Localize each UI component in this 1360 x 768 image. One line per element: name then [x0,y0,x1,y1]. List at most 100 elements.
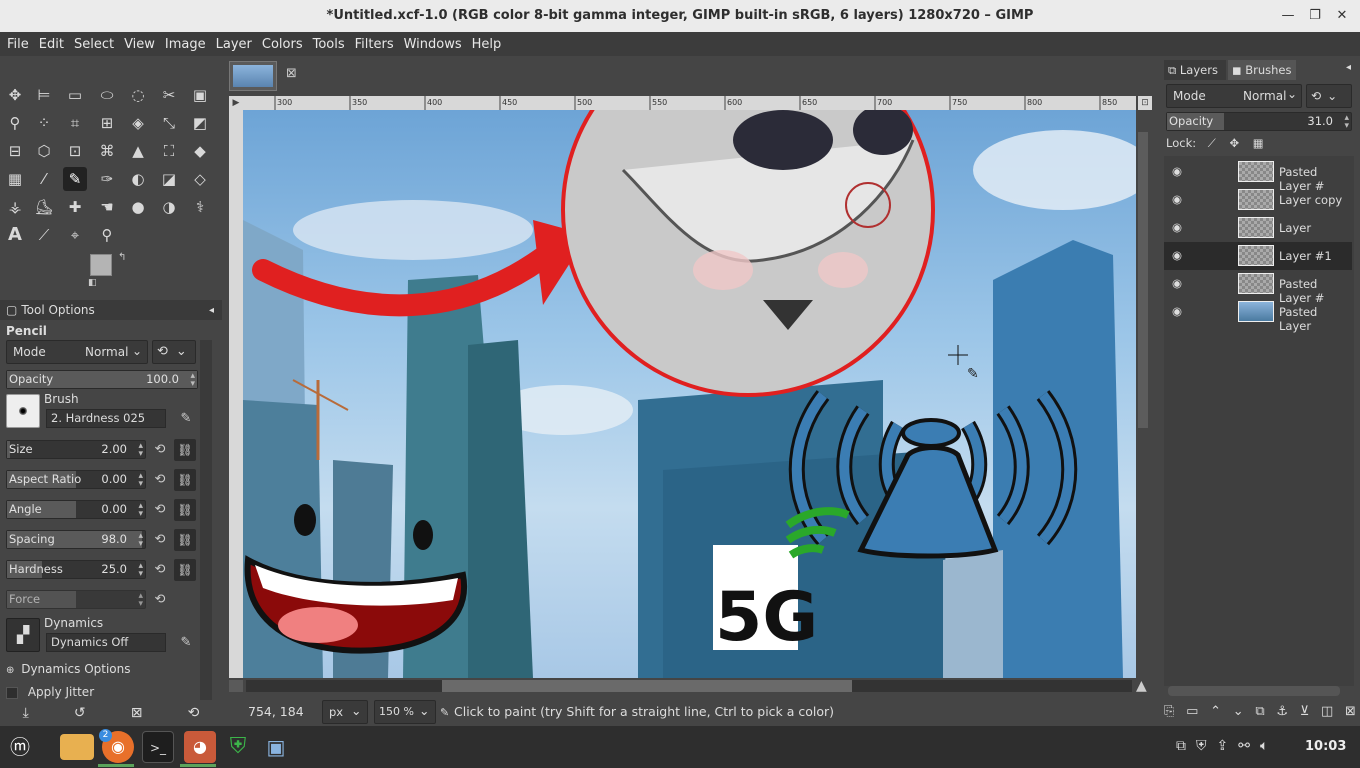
link-icon[interactable]: ⛓ [174,559,196,581]
reset-icon[interactable]: ⟲ [150,560,170,580]
spin-arrows-icon[interactable]: ▴ ▾ [138,502,143,519]
rect-select-icon[interactable]: ▭ [63,83,87,107]
spin-arrows-icon[interactable]: ▴ ▾ [138,472,143,489]
screenshot-icon[interactable]: ▣ [260,731,292,763]
lock-position-icon[interactable]: ✥ [1229,136,1239,150]
handle-transform-icon[interactable]: ⊟ [3,139,27,163]
volume-icon[interactable]: 🔈︎ [1260,738,1268,754]
fuzzy-select-icon[interactable]: ⚲ [3,111,27,135]
crop-icon[interactable]: ⌗ [63,111,87,135]
bucket-fill-icon[interactable]: ◆ [188,139,212,163]
opacity-slider[interactable]: Opacity 100.0 ▴ ▾ [6,370,198,389]
reset-icon[interactable]: ⟲ [150,470,170,490]
heal-icon[interactable]: ⛸ [32,195,56,219]
delete-preset-icon[interactable]: ⊠ [131,705,143,721]
dynamics-preview-icon[interactable]: ▞ [6,618,40,652]
brush-name-field[interactable]: 2. Hardness 025 [46,409,166,428]
pencil-icon[interactable]: ✎ [63,167,87,191]
lower-layer-icon[interactable]: ⌄ [1233,704,1244,724]
layers-tab[interactable]: ⧉ Layers [1164,60,1226,80]
close-tab-icon[interactable]: ⊠ [286,66,297,81]
cage-icon[interactable]: ⤡ [157,111,181,135]
free-select-icon[interactable]: ◌ [126,83,150,107]
ink-icon[interactable]: ◐ [126,167,150,191]
restore-preset-icon[interactable]: ↺ [74,705,86,721]
raise-layer-icon[interactable]: ⌃ [1210,704,1221,724]
layer-row[interactable]: ◉ Pasted Layer [1164,298,1352,333]
close-icon[interactable]: ✕ [1334,8,1350,24]
scroll-thumb[interactable] [442,680,852,692]
eye-icon[interactable]: ◉ [1172,220,1182,234]
reset-icon[interactable]: ⟲ [150,530,170,550]
eye-icon[interactable]: ◉ [1172,276,1182,290]
menu-file[interactable]: File [2,37,34,52]
shield-icon[interactable]: ⛨ [222,731,254,763]
layer-opacity-slider[interactable]: Opacity 31.0 ▴ ▾ [1166,112,1352,131]
foreground-select-icon[interactable]: ▣ [188,83,212,107]
panel-menu-icon[interactable]: ◂ [1346,62,1351,73]
menu-edit[interactable]: Edit [34,37,69,52]
spin-arrows-icon[interactable]: ▴ ▾ [138,442,143,459]
zoom-lock-icon[interactable]: ⊡ [1138,96,1152,110]
unit-select[interactable]: px ⌄ [322,700,368,724]
save-preset-icon[interactable]: ⤓ [23,705,29,721]
anchor-layer-icon[interactable]: ⚓ [1276,704,1288,724]
menu-windows[interactable]: Windows [399,37,467,52]
panel-menu-icon[interactable]: ◂ [209,305,214,316]
eyedropper-icon[interactable]: ⟋ [32,223,56,247]
navigate-icon[interactable]: ▲ [1136,678,1147,694]
reset-icon[interactable]: ⟲ [150,590,170,610]
mode-reset-button[interactable]: ⟲ ⌄ [152,340,196,364]
image-tab[interactable] [229,61,277,91]
layer-row[interactable]: ◉ Layer [1164,214,1352,242]
edit-dynamics-icon[interactable]: ✎ [176,633,196,653]
color-picker-icon[interactable]: ⚕ [188,195,212,219]
gimp-icon[interactable]: ◕ [184,731,216,763]
text-icon[interactable]: A [3,223,27,247]
spin-arrows-icon[interactable]: ▴ ▾ [138,532,143,549]
dodge-burn-icon[interactable]: ● [126,195,150,219]
spin-arrows-icon[interactable]: ▴ ▾ [138,592,143,609]
3d-transform-icon[interactable]: ⊡ [63,139,87,163]
spacing-slider[interactable]: Spacing 98.0 ▴ ▾ [6,530,146,549]
menu-layer[interactable]: Layer [211,37,257,52]
lock-alpha-icon[interactable]: ▦ [1253,136,1264,150]
select-by-color-icon[interactable]: ⁘ [32,111,56,135]
files-icon[interactable] [60,734,94,760]
menu-colors[interactable]: Colors [257,37,308,52]
smudge-icon[interactable]: ☚ [95,195,119,219]
horizontal-scrollbar[interactable] [246,680,1132,692]
zoom-select[interactable]: 150 % ⌄ [374,700,436,724]
reset-icon[interactable]: ⟲ [150,440,170,460]
menu-select[interactable]: Select [69,37,119,52]
update-icon[interactable]: ⇪ [1217,738,1229,754]
reset-options-icon[interactable]: ⟲ [188,705,200,721]
clone-icon[interactable]: ⚶ [3,195,27,219]
tool-options-scrollbar[interactable] [200,340,212,700]
minimize-icon[interactable]: — [1280,8,1296,24]
link-icon[interactable]: ⛓ [174,529,196,551]
vertical-scrollbar[interactable] [1138,132,1148,428]
menu-tools[interactable]: Tools [308,37,350,52]
dynamics-field[interactable]: Dynamics Off [46,633,166,652]
security-icon[interactable]: ⛨ [1196,738,1207,754]
layer-row[interactable]: ◉ Pasted Layer # [1164,158,1352,193]
eraser-icon[interactable]: ◇ [188,167,212,191]
hardness-slider[interactable]: Hardness 25.0 ▴ ▾ [6,560,146,579]
merge-layer-icon[interactable]: ⊻ [1300,704,1310,724]
flip-icon[interactable]: ◩ [188,111,212,135]
align-icon[interactable]: ⊨ [32,83,56,107]
menu-filters[interactable]: Filters [350,37,399,52]
spin-arrows-icon[interactable]: ▴ ▾ [1344,114,1349,131]
menu-image[interactable]: Image [160,37,211,52]
airbrush-icon[interactable]: ✑ [95,167,119,191]
link-icon[interactable]: ⛓ [174,439,196,461]
default-colors-icon[interactable]: ◧ [88,278,97,288]
scissors-icon[interactable]: ✂ [157,83,181,107]
aspect-ratio-slider[interactable]: Aspect Ratio 0.00 ▴ ▾ [6,470,146,489]
mint-menu-icon[interactable]: ⓜ [4,731,36,763]
angle-slider[interactable]: Angle 0.00 ▴ ▾ [6,500,146,519]
canvas[interactable]: 5G ✎ [243,110,1136,678]
paths-icon[interactable]: ▲ [126,139,150,163]
link-icon[interactable]: ⛓ [174,469,196,491]
